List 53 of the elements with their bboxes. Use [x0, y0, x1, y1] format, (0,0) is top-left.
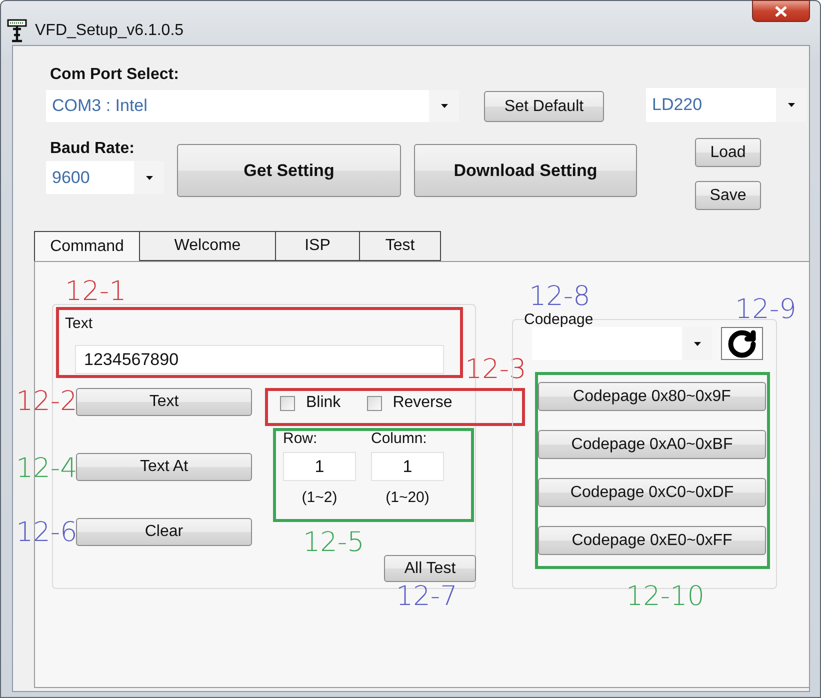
checkbox-label: Reverse: [392, 394, 452, 412]
checkbox[interactable]: [366, 396, 382, 410]
annotation-label: 12-4: [16, 454, 78, 484]
dropdown-caret-icon[interactable]: [788, 103, 794, 107]
checkbox-label: Blink: [306, 394, 341, 412]
device-dropdown[interactable]: LD220: [646, 88, 806, 122]
action-button[interactable]: Get Setting: [177, 144, 401, 197]
clear-button[interactable]: Clear: [76, 518, 252, 546]
window-title: VFD_Setup_v6.1.0.5: [35, 23, 184, 39]
tab[interactable]: Welcome: [140, 231, 276, 261]
baud-rate-dropdown[interactable]: 9600: [46, 161, 164, 194]
range-hint: (1~2): [302, 490, 338, 506]
text-button[interactable]: Text: [76, 388, 252, 416]
dropdown-caret-icon[interactable]: [694, 342, 700, 346]
checkbox[interactable]: [280, 396, 295, 410]
text-input[interactable]: 1234567890: [75, 345, 444, 374]
number-input[interactable]: 1: [283, 452, 356, 481]
tab[interactable]: Test: [360, 231, 441, 261]
codepage-button[interactable]: Codepage 0x80~0x9F: [538, 382, 766, 411]
codepage-button[interactable]: Codepage 0xC0~0xDF: [538, 478, 766, 507]
annotation-label: 12-5: [303, 528, 364, 558]
annotation-label: 12-7: [396, 582, 458, 612]
group-label: Codepage: [524, 311, 594, 328]
app-icon: [7, 19, 27, 43]
field-label: Column:: [371, 431, 427, 447]
file-button[interactable]: Load: [695, 138, 761, 167]
refresh-icon: [727, 328, 757, 358]
annotation-label: 12-8: [529, 282, 590, 312]
com-port-dropdown[interactable]: COM3 : Intel: [46, 90, 459, 122]
refresh-button[interactable]: [721, 327, 763, 360]
dropdown-caret-icon[interactable]: [440, 104, 448, 108]
tab[interactable]: Command: [34, 231, 140, 261]
tab[interactable]: ISP: [276, 231, 360, 261]
field-label: Baud Rate:: [50, 140, 136, 158]
text-at-button[interactable]: Text At: [76, 453, 252, 481]
dropdown-caret-icon[interactable]: [146, 176, 152, 180]
action-button[interactable]: Download Setting: [414, 144, 637, 197]
codepage-button[interactable]: Codepage 0xA0~0xBF: [538, 430, 766, 459]
annotation-label: 12-10: [626, 582, 704, 612]
range-hint: (1~20): [386, 490, 430, 506]
number-input[interactable]: 1: [371, 452, 444, 481]
annotation-label: 12-2: [16, 387, 78, 417]
set-default-button[interactable]: Set Default: [484, 91, 604, 122]
file-button[interactable]: Save: [695, 181, 761, 210]
annotation-label: 12-1: [65, 277, 126, 307]
all-test-button[interactable]: All Test: [384, 555, 476, 582]
field-label: Row:: [283, 431, 318, 447]
annotation-label: 12-9: [735, 295, 796, 325]
close-button[interactable]: [752, 0, 810, 22]
codepage-button[interactable]: Codepage 0xE0~0xFF: [538, 526, 766, 555]
annotation-label: 12-3: [465, 355, 526, 385]
field-label: Com Port Select:: [50, 66, 179, 83]
close-icon: [775, 6, 787, 16]
